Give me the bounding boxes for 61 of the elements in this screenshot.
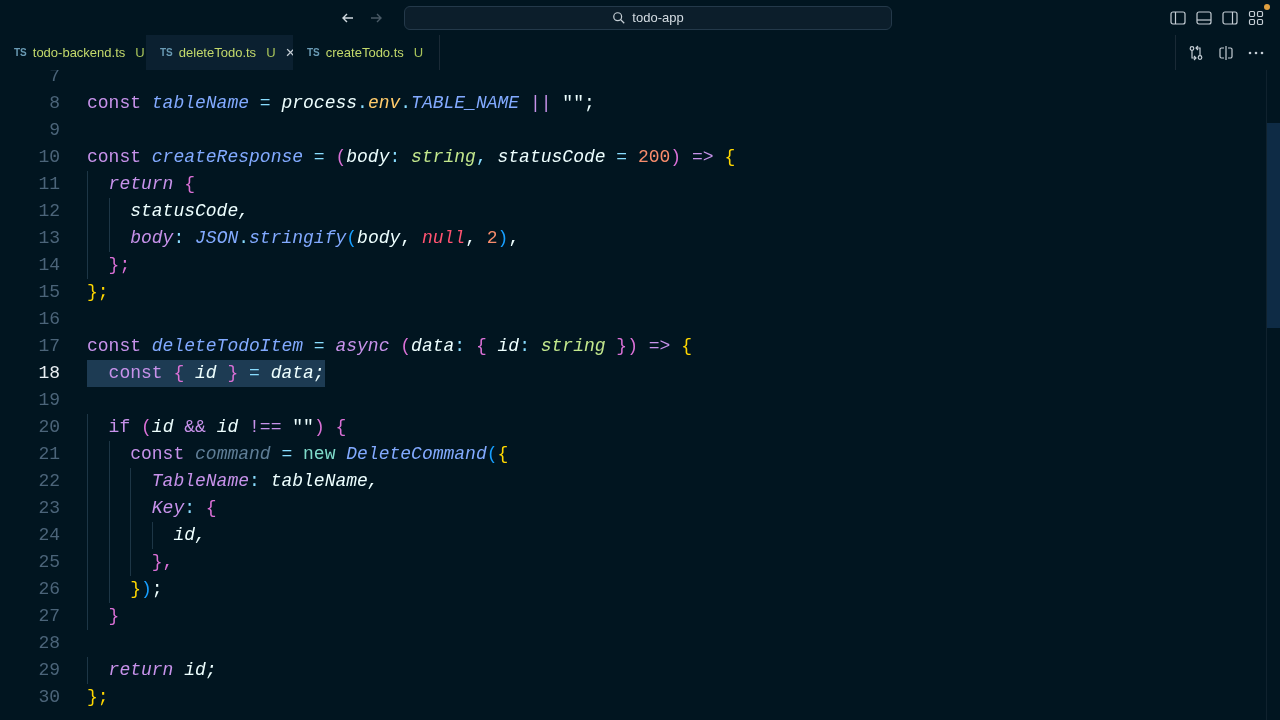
line-number: 23 <box>37 497 60 520</box>
layout-grid-icon[interactable] <box>1248 9 1264 26</box>
typescript-label: TS <box>14 46 27 60</box>
code-line: return id; <box>107 659 217 682</box>
code-line: return { <box>107 173 196 196</box>
tab-title: deleteTodo.ts <box>178 43 257 62</box>
secondary-sidebar-icon[interactable] <box>1222 10 1238 25</box>
line-number: 17 <box>37 335 60 358</box>
line-number: 8 <box>48 92 60 115</box>
line-number: 14 <box>37 254 60 277</box>
tab-title: todo-backend.ts <box>32 43 126 62</box>
line-number: 20 <box>37 416 60 439</box>
typescript-label: TS <box>307 46 320 60</box>
code-line: body: JSON.stringify(body, null, 2), <box>129 227 520 250</box>
line-number: 19 <box>37 389 60 412</box>
line-number: 12 <box>37 200 60 223</box>
line-number: 29 <box>37 659 60 682</box>
code-line: const createResponse = (body: string, statusCode = 200) => { <box>87 146 736 169</box>
line-number: 16 <box>37 308 60 331</box>
line-number: 11 <box>37 173 60 196</box>
panel-toggle-icon[interactable] <box>1196 10 1212 25</box>
compare-changes-icon[interactable] <box>1188 44 1204 61</box>
code-line: statusCode, <box>129 200 250 223</box>
code-line: }); <box>129 578 163 601</box>
line-number: 13 <box>37 227 60 250</box>
code-line: }; <box>107 254 131 277</box>
code-line: Key: { <box>150 497 217 520</box>
line-number: 25 <box>37 551 60 574</box>
code-line: const deleteTodoItem = async (data: { id: string }) => { <box>87 335 692 358</box>
line-number: 27 <box>37 605 60 628</box>
code-line: }; <box>87 281 109 304</box>
typescript-label: TS <box>160 46 173 60</box>
code-line: } <box>107 605 120 628</box>
split-editor-icon[interactable] <box>1218 44 1234 61</box>
line-number: 15 <box>37 281 60 304</box>
code-line: id, <box>172 524 206 547</box>
line-number: 18 <box>37 362 60 385</box>
line-number: 10 <box>37 146 60 169</box>
code-line: TableName: tableName, <box>150 470 379 493</box>
code-line: }, <box>150 551 174 574</box>
line-number: 22 <box>37 470 60 493</box>
scrollbar-thumb[interactable] <box>1267 123 1280 328</box>
line-number: 28 <box>37 632 60 655</box>
untracked-status: U <box>135 43 145 62</box>
line-number: 9 <box>48 119 60 142</box>
search-text: todo-app <box>632 8 684 27</box>
code-line: const command = new DeleteCommand({ <box>129 443 509 466</box>
more-actions-icon[interactable] <box>1248 50 1264 55</box>
code-line: const tableName = process.env.TABLE_NAME || ""; <box>87 92 595 115</box>
code-line: }; <box>87 686 109 709</box>
search-icon <box>612 10 627 25</box>
line-number: 26 <box>37 578 60 601</box>
line-number: 30 <box>37 686 60 709</box>
sidebar-toggle-icon[interactable] <box>1170 10 1186 25</box>
line-number: 21 <box>37 443 60 466</box>
untracked-status: U <box>413 43 424 62</box>
tab-title: createTodo.ts <box>325 43 404 62</box>
code-line: if (id && id !== "") { <box>107 416 347 439</box>
line-number: 24 <box>37 524 60 547</box>
search-field[interactable]: todo-app <box>404 5 892 30</box>
untracked-status: U <box>266 43 276 62</box>
